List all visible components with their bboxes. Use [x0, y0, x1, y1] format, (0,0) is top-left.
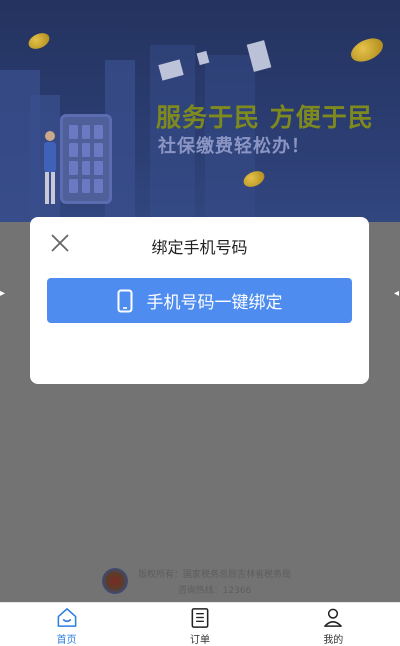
- banner-slogan-main: 服务于民 方便于民: [156, 103, 374, 132]
- coin-decoration: [26, 30, 52, 52]
- right-edge-marker: ◂: [394, 288, 400, 299]
- phone-illustration: [60, 114, 112, 204]
- document-decoration: [196, 50, 210, 66]
- phone-icon: [117, 289, 132, 312]
- coin-decoration: [347, 33, 387, 67]
- footer-hotline: 咨询热线：12366: [177, 585, 252, 596]
- banner: 服务于民 方便于民 社保缴费轻松办！: [0, 0, 400, 222]
- user-icon: [324, 608, 343, 627]
- tab-profile-label: 我的: [323, 635, 344, 646]
- order-list-icon: [191, 608, 209, 628]
- footer-info: 版权所有：国家税务总局吉林省税务局 咨询热线：12366: [102, 566, 322, 596]
- tab-orders[interactable]: 订单: [160, 603, 240, 646]
- one-click-bind-button[interactable]: 手机号码一键绑定: [47, 278, 352, 323]
- bind-button-label: 手机号码一键绑定: [146, 293, 283, 313]
- tab-profile[interactable]: 我的: [293, 603, 373, 646]
- footer-copyright: 版权所有：国家税务总局吉林省税务局: [138, 569, 292, 580]
- person-illustration: [44, 131, 56, 204]
- home-icon: [57, 608, 77, 627]
- banner-slogan-sub: 社保缴费轻松办！: [158, 136, 310, 157]
- dialog-title: 绑定手机号码: [151, 238, 248, 257]
- left-edge-marker: ▸: [0, 288, 6, 299]
- bind-phone-dialog: 绑定手机号码 手机号码一键绑定: [30, 217, 369, 384]
- bottom-tab-bar: 首页 订单 我的: [0, 602, 400, 646]
- tab-orders-label: 订单: [189, 635, 210, 646]
- tab-home-label: 首页: [56, 635, 77, 646]
- tax-bureau-emblem-icon: [102, 568, 128, 594]
- tab-home[interactable]: 首页: [27, 603, 107, 646]
